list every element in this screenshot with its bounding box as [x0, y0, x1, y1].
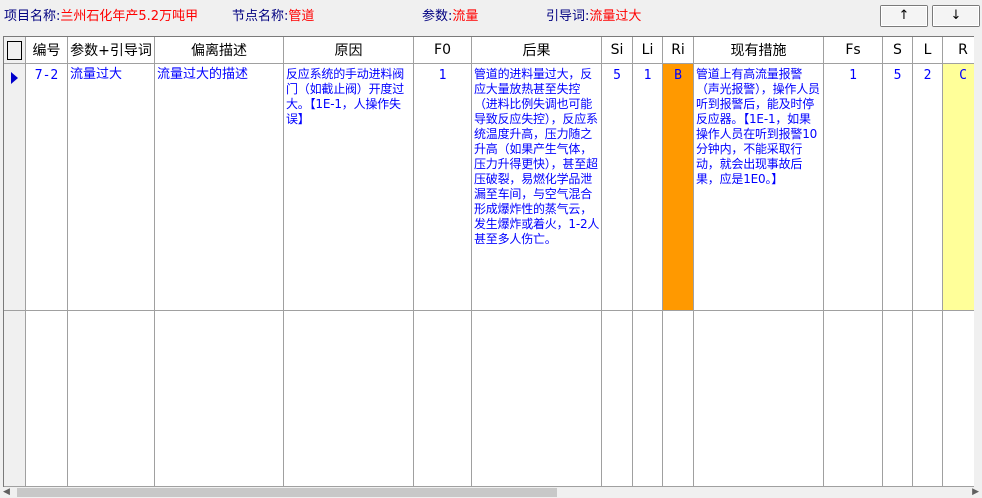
empty-cell[interactable]: [912, 310, 943, 487]
node-field: 节点名称:管道: [232, 9, 314, 25]
empty-cell[interactable]: [662, 310, 694, 487]
col-header-si[interactable]: Si: [601, 37, 633, 64]
empty-cell[interactable]: [823, 310, 883, 487]
col-header-fs[interactable]: Fs: [823, 37, 883, 64]
cell-cause[interactable]: 反应系统的手动进料阀门（如截止阀）开度过大。【1E-1，人操作失误】: [283, 63, 414, 311]
empty-cell[interactable]: [942, 310, 974, 487]
row-indicator[interactable]: [4, 63, 26, 311]
header-row: 编号 参数+引导词 偏离描述 原因 F0 后果 Si Li Ri 现有措施 Fs…: [4, 37, 974, 64]
empty-cell[interactable]: [25, 310, 68, 487]
hazop-grid: 编号 参数+引导词 偏离描述 原因 F0 后果 Si Li Ri 现有措施 Fs…: [3, 36, 974, 487]
empty-cell[interactable]: [882, 310, 913, 487]
scroll-left-icon[interactable]: ◀: [3, 487, 10, 498]
col-header-f0[interactable]: F0: [413, 37, 472, 64]
col-header-ri[interactable]: Ri: [662, 37, 694, 64]
param-label: 参数:: [422, 9, 453, 24]
cell-ri[interactable]: B: [662, 63, 694, 311]
cell-li[interactable]: 1: [632, 63, 663, 311]
project-label: 项目名称:: [4, 9, 61, 24]
empty-cell[interactable]: [413, 310, 472, 487]
param-field: 参数:流量: [422, 9, 478, 25]
cell-consequence[interactable]: 管道的进料量过大，反应大量放热甚至失控（进料比例失调也可能导致反应失控），反应系…: [471, 63, 602, 311]
move-up-button[interactable]: ↑: [880, 5, 928, 27]
cell-f0[interactable]: 1: [413, 63, 472, 311]
vertical-scrollbar[interactable]: [974, 36, 982, 487]
col-header-consequence[interactable]: 后果: [471, 37, 602, 64]
table-row[interactable]: 7-2 流量过大 流量过大的描述 反应系统的手动进料阀门（如截止阀）开度过大。【…: [4, 63, 974, 311]
empty-cell[interactable]: [601, 310, 633, 487]
empty-cell[interactable]: [471, 310, 602, 487]
toolbar: 项目名称:兰州石化年产5.2万吨甲 节点名称:管道 参数:流量 引导词:流量过大…: [0, 0, 982, 34]
empty-cell[interactable]: [154, 310, 284, 487]
empty-cell[interactable]: [67, 310, 155, 487]
col-header-cause[interactable]: 原因: [283, 37, 414, 64]
guide-field: 引导词:流量过大: [546, 9, 641, 25]
select-all-corner[interactable]: [4, 37, 26, 64]
current-row-arrow-icon: [11, 72, 18, 84]
cell-measures[interactable]: 管道上有高流量报警（声光报警），操作人员听到报警后，能及时停反应器。【1E-1，…: [693, 63, 824, 311]
col-header-li[interactable]: Li: [632, 37, 663, 64]
col-header-r[interactable]: R: [942, 37, 974, 64]
cell-fs[interactable]: 1: [823, 63, 883, 311]
empty-cell[interactable]: [632, 310, 663, 487]
node-label: 节点名称:: [232, 9, 289, 24]
col-header-id[interactable]: 编号: [25, 37, 68, 64]
col-header-s[interactable]: S: [882, 37, 913, 64]
col-header-deviation[interactable]: 偏离描述: [154, 37, 284, 64]
param-value: 流量: [452, 9, 479, 24]
cell-l[interactable]: 2: [912, 63, 943, 311]
node-value: 管道: [288, 9, 315, 24]
guide-label: 引导词:: [546, 9, 590, 24]
cell-param-guide[interactable]: 流量过大: [67, 63, 155, 311]
project-value: 兰州石化年产5.2万吨甲: [60, 9, 199, 24]
col-header-l[interactable]: L: [912, 37, 943, 64]
cell-deviation[interactable]: 流量过大的描述: [154, 63, 284, 311]
cell-r[interactable]: C: [942, 63, 974, 311]
empty-cell[interactable]: [693, 310, 824, 487]
horizontal-scrollbar[interactable]: ◀ ▶: [0, 487, 982, 498]
scroll-right-icon[interactable]: ▶: [972, 487, 979, 498]
project-field: 项目名称:兰州石化年产5.2万吨甲: [4, 9, 198, 25]
cell-s[interactable]: 5: [882, 63, 913, 311]
table-row-empty[interactable]: [4, 310, 974, 487]
scroll-thumb[interactable]: [17, 488, 557, 497]
row-indicator[interactable]: [4, 310, 26, 487]
col-header-measures[interactable]: 现有措施: [693, 37, 824, 64]
cell-si[interactable]: 5: [601, 63, 633, 311]
cell-id[interactable]: 7-2: [25, 63, 68, 311]
hazop-table: 编号 参数+引导词 偏离描述 原因 F0 后果 Si Li Ri 现有措施 Fs…: [4, 37, 974, 487]
col-header-param-guide[interactable]: 参数+引导词: [67, 37, 155, 64]
empty-cell[interactable]: [283, 310, 414, 487]
guide-value: 流量过大: [589, 9, 642, 24]
move-down-button[interactable]: ↓: [932, 5, 980, 27]
